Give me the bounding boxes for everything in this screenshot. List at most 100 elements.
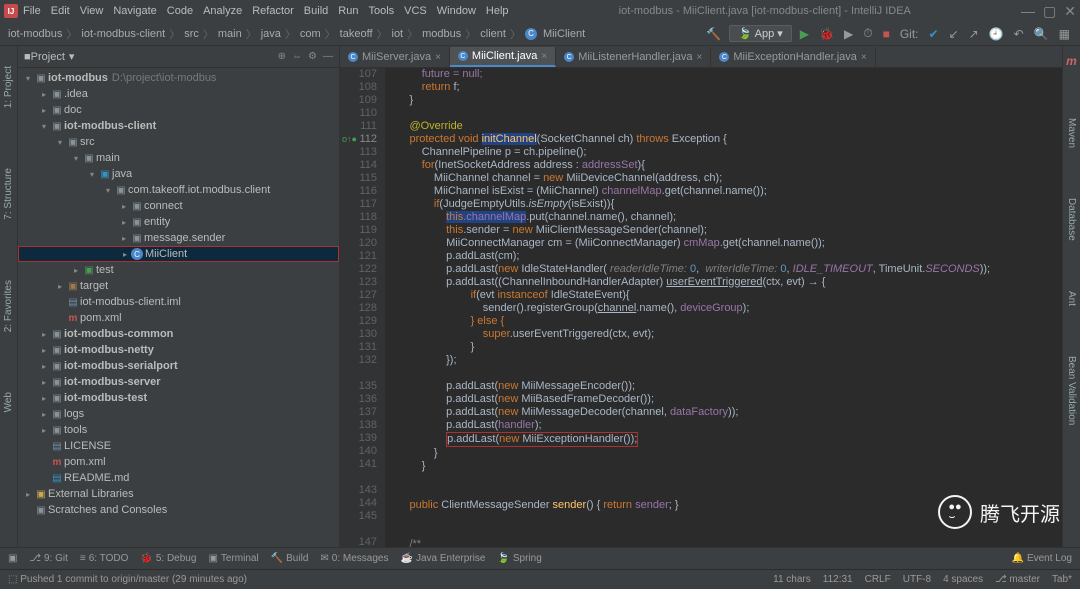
- tree-external-libraries[interactable]: ▸▣External Libraries: [18, 486, 339, 502]
- collapse-icon[interactable]: ⇔: [292, 51, 302, 62]
- close-icon[interactable]: ×: [861, 52, 867, 63]
- crumb[interactable]: takeoff: [340, 28, 373, 40]
- menu-window[interactable]: Window: [437, 5, 476, 17]
- crumb[interactable]: iot: [392, 28, 404, 40]
- menu-code[interactable]: Code: [167, 5, 193, 17]
- crumb[interactable]: iot-modbus-client: [81, 28, 165, 40]
- tree-item[interactable]: ▸▣iot-modbus-netty: [18, 342, 339, 358]
- tree-scratches[interactable]: ▣Scratches and Consoles: [18, 502, 339, 518]
- close-icon[interactable]: ✕: [1064, 3, 1076, 20]
- run-config-selector[interactable]: 🍃App▾: [729, 25, 792, 42]
- tree-item[interactable]: ▤README.md: [18, 470, 339, 486]
- tree-item[interactable]: ▸▣connect: [18, 198, 339, 214]
- tree-item[interactable]: ▸▣entity: [18, 214, 339, 230]
- settings-icon[interactable]: ▦: [1057, 27, 1072, 41]
- tree-item[interactable]: ▤LICENSE: [18, 438, 339, 454]
- tree-item[interactable]: ▾▣src: [18, 134, 339, 150]
- ant-tool-button[interactable]: Ant: [1066, 291, 1077, 306]
- line-gutter[interactable]: 107108109110111o↑●1121131141151161171181…: [340, 68, 385, 547]
- favorites-tool-button[interactable]: 2: Favorites: [3, 280, 14, 332]
- crumb[interactable]: java: [261, 28, 281, 40]
- crumb[interactable]: client: [480, 28, 506, 40]
- menu-navigate[interactable]: Navigate: [113, 5, 156, 17]
- tree-item[interactable]: ▸▣test: [18, 262, 339, 278]
- menu-edit[interactable]: Edit: [51, 5, 70, 17]
- tool-java-enterprise[interactable]: ☕ Java Enterprise: [400, 553, 485, 564]
- minimize-icon[interactable]: —: [1021, 3, 1035, 20]
- debug-icon[interactable]: 🐞: [817, 27, 836, 41]
- tree-item[interactable]: mpom.xml: [18, 454, 339, 470]
- crumb[interactable]: iot-modbus: [8, 28, 62, 40]
- crumb[interactable]: com: [300, 28, 321, 40]
- menu-file[interactable]: File: [23, 5, 41, 17]
- tab-miiclient[interactable]: CMiiClient.java×: [450, 47, 556, 67]
- tool-build[interactable]: 🔨 Build: [271, 553, 309, 564]
- revert-icon[interactable]: ↶: [1012, 27, 1026, 41]
- tree-item[interactable]: ▸▣iot-modbus-test: [18, 390, 339, 406]
- crumb[interactable]: main: [218, 28, 242, 40]
- menu-refactor[interactable]: Refactor: [252, 5, 294, 17]
- status-caret-pos[interactable]: 112:31: [823, 574, 853, 585]
- code-editor[interactable]: future = null; return f; } @Override pro…: [385, 68, 1062, 547]
- tree-item[interactable]: ▾▣main: [18, 150, 339, 166]
- tool-event-log[interactable]: 🔔 Event Log: [1012, 553, 1073, 564]
- maven-tool-label[interactable]: Maven: [1066, 118, 1077, 148]
- tree-item[interactable]: ▸▣target: [18, 278, 339, 294]
- tab-miiexceptionhandler[interactable]: CMiiExceptionHandler.java×: [711, 47, 875, 67]
- project-tool-button[interactable]: 1: Project: [3, 66, 14, 108]
- tab-miilistenerhandler[interactable]: CMiiListenerHandler.java×: [556, 47, 711, 67]
- structure-tool-button[interactable]: 7: Structure: [3, 168, 14, 220]
- tool-toggle-icon[interactable]: ▣: [8, 553, 17, 564]
- tab-miiserver[interactable]: CMiiServer.java×: [340, 47, 450, 67]
- profile-icon[interactable]: ⏱: [861, 26, 874, 41]
- tool-messages[interactable]: ✉ 0: Messages: [320, 553, 388, 564]
- history-icon[interactable]: 🕘: [987, 27, 1006, 41]
- menu-tools[interactable]: Tools: [368, 5, 394, 17]
- tree-item[interactable]: ▸▣tools: [18, 422, 339, 438]
- status-indent[interactable]: 4 spaces: [943, 574, 983, 585]
- menu-vcs[interactable]: VCS: [404, 5, 427, 17]
- status-encoding[interactable]: UTF-8: [903, 574, 931, 585]
- tool-terminal[interactable]: ▣ Terminal: [208, 553, 258, 564]
- crumb[interactable]: modbus: [422, 28, 461, 40]
- hide-icon[interactable]: —: [323, 51, 333, 62]
- status-branch[interactable]: ⎇ master: [995, 574, 1040, 585]
- tree-item[interactable]: ▾▣iot-modbus-client: [18, 118, 339, 134]
- close-icon[interactable]: ×: [435, 52, 441, 63]
- crumb[interactable]: src: [184, 28, 199, 40]
- close-icon[interactable]: ×: [541, 51, 547, 62]
- tree-item[interactable]: ▸▣doc: [18, 102, 339, 118]
- menu-build[interactable]: Build: [304, 5, 328, 17]
- tree-item[interactable]: ▸▣iot-modbus-serialport: [18, 358, 339, 374]
- menu-analyze[interactable]: Analyze: [203, 5, 242, 17]
- tree-item[interactable]: ▸▣message.sender: [18, 230, 339, 246]
- tree-item[interactable]: mpom.xml: [18, 310, 339, 326]
- tree-item[interactable]: ▸▣.idea: [18, 86, 339, 102]
- coverage-icon[interactable]: ▶: [842, 27, 855, 41]
- tree-item[interactable]: ▾▣com.takeoff.iot.modbus.client: [18, 182, 339, 198]
- stop-icon[interactable]: ■: [881, 27, 892, 41]
- tree-item[interactable]: ▸▣logs: [18, 406, 339, 422]
- build-icon[interactable]: 🔨: [704, 27, 723, 41]
- maximize-icon[interactable]: ▢: [1043, 3, 1056, 20]
- tree-item[interactable]: ▸▣iot-modbus-server: [18, 374, 339, 390]
- tool-git[interactable]: ⎇ 9: Git: [29, 553, 67, 564]
- tool-todo[interactable]: ≡ 6: TODO: [80, 553, 129, 564]
- vcs-commit-icon[interactable]: ↙: [947, 27, 961, 41]
- vcs-update-icon[interactable]: ✔: [927, 27, 941, 41]
- breadcrumb[interactable]: iot-modbus〉 iot-modbus-client〉 src〉 main…: [8, 26, 585, 42]
- menu-view[interactable]: View: [80, 5, 104, 17]
- tool-spring[interactable]: 🍃 Spring: [497, 553, 541, 564]
- expand-icon[interactable]: ⊕: [278, 51, 286, 62]
- database-tool-button[interactable]: Database: [1066, 198, 1077, 241]
- tree-item[interactable]: ▸▣iot-modbus-common: [18, 326, 339, 342]
- search-icon[interactable]: 🔍: [1032, 27, 1051, 41]
- vcs-push-icon[interactable]: ↗: [967, 27, 981, 41]
- maven-tool-button[interactable]: m: [1066, 54, 1077, 68]
- menu-run[interactable]: Run: [338, 5, 358, 17]
- web-tool-button[interactable]: Web: [3, 392, 14, 412]
- crumb[interactable]: MiiClient: [543, 28, 585, 40]
- close-icon[interactable]: ×: [697, 52, 703, 63]
- tree-item[interactable]: ▾▣java: [18, 166, 339, 182]
- menu-help[interactable]: Help: [486, 5, 509, 17]
